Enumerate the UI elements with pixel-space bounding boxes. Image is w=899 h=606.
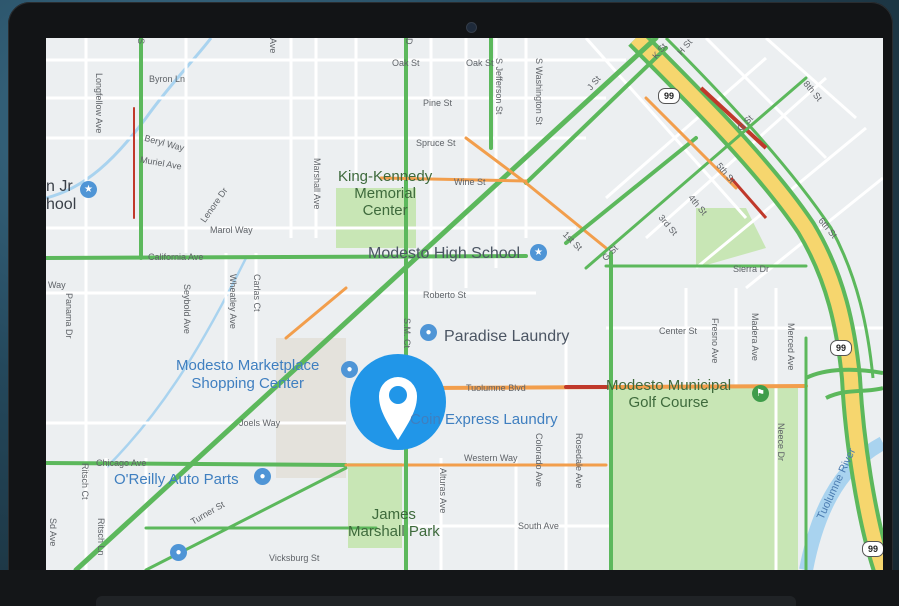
highway-shield-icon: 99 <box>830 340 852 356</box>
street-label: Byron Ln <box>149 74 186 84</box>
street-label: Oak St <box>466 58 494 68</box>
webcam-icon <box>466 22 477 33</box>
place-label: Modesto Municipal <box>606 377 732 394</box>
street-label: Sd Ave <box>48 518 58 547</box>
location-marker[interactable] <box>350 354 446 450</box>
place-label: Memorial <box>354 185 416 202</box>
place-label: Golf Course <box>628 394 709 411</box>
place-label: Marshall Park <box>348 523 440 540</box>
street-label: Western Way <box>464 453 518 463</box>
street-label: Rosedale Ave <box>574 433 584 489</box>
street-label: Tuolumne Blvd <box>466 383 526 393</box>
street-label: Wine St <box>454 177 486 187</box>
street-label: Marshall Ave <box>312 158 322 210</box>
place-label: James <box>371 506 416 523</box>
street-label: Neece Dr <box>776 423 786 462</box>
place-label: hool <box>46 196 77 213</box>
highway-shield-icon: 99 <box>658 88 680 104</box>
street-label: Fresno Ave <box>710 318 720 364</box>
street-label: Roberto St <box>423 290 467 300</box>
street-label: S.M. Ct <box>402 318 412 349</box>
street-label: Marol Way <box>210 225 253 235</box>
street-label: Way <box>48 280 66 290</box>
street-label: Colorado Ave <box>534 433 544 487</box>
street-label: Center St <box>659 326 698 336</box>
school-pin-icon[interactable]: ★ <box>530 244 547 261</box>
golf-pin-icon[interactable]: ⚑ <box>752 385 769 402</box>
map-screen[interactable]: Oak St Oak St Pine St Spruce St Wine St … <box>46 38 883 570</box>
street-map[interactable] <box>46 38 883 570</box>
street-label: Joels Way <box>239 418 281 428</box>
paradise-laundry-label[interactable]: Paradise Laundry <box>444 328 569 346</box>
street-label: Oak St <box>392 58 420 68</box>
street-label: S Washington St <box>534 58 544 125</box>
street-label: Ritsch Ln <box>96 518 106 556</box>
laptop-hinge <box>96 596 796 606</box>
street-label: South Ave <box>518 521 559 531</box>
street-label: Wheatley Ave <box>228 274 238 329</box>
street-label: S <box>136 38 146 45</box>
store-pin-icon[interactable]: ● <box>254 468 271 485</box>
oreilly-label[interactable]: O'Reilly Auto Parts <box>114 471 239 488</box>
street-label: Spruce St <box>416 138 456 148</box>
street-label: Chicago Ave <box>96 458 147 468</box>
street-label: Panama Dr <box>64 293 74 339</box>
school-pin-icon-2[interactable]: ★ <box>80 181 97 198</box>
street-label: California Ave <box>148 252 204 262</box>
shopping-pin-icon[interactable]: ● <box>341 361 358 378</box>
modesto-high-label[interactable]: Modesto High School <box>368 245 520 263</box>
coin-laundry-label[interactable]: Coin Express Laundry <box>410 411 558 428</box>
street-label: Sierra Dr <box>733 264 770 274</box>
street-label: S Jefferson St <box>494 58 504 115</box>
place-label: Shopping Center <box>191 375 304 392</box>
street-label: Merced Ave <box>786 323 796 371</box>
street-label: Carlas Ct <box>252 274 262 312</box>
place-label: n Jr <box>46 178 73 195</box>
street-label: Vicksburg St <box>269 553 320 563</box>
golf-course-label[interactable]: Modesto Municipal Golf Course <box>606 377 731 411</box>
james-marshall-label[interactable]: James Marshall Park <box>348 506 440 540</box>
street-label: D <box>404 38 414 45</box>
laptop-scene: Oak St Oak St Pine St Spruce St Wine St … <box>0 0 899 606</box>
street-label: Ritsch Ct <box>80 463 90 500</box>
street-label: Seybold Ave <box>182 284 192 334</box>
place-pin-icon[interactable]: ● <box>170 544 187 561</box>
street-label: Longfellow Ave <box>94 73 104 134</box>
marketplace-label[interactable]: Modesto Marketplace Shopping Center <box>176 357 319 393</box>
street-label: Madera Ave <box>750 313 760 361</box>
place-label: King-Kennedy <box>338 168 433 185</box>
street-label: Pine St <box>423 98 453 108</box>
place-label: Modesto Marketplace <box>176 357 320 374</box>
street-label: Ave <box>268 38 278 54</box>
golf-course-park <box>613 388 798 570</box>
place-label: Center <box>362 202 408 219</box>
laundry-pin-icon[interactable]: ● <box>420 324 437 341</box>
highway-shield-icon: 99 <box>862 541 883 557</box>
king-kennedy-label[interactable]: King-Kennedy Memorial Center <box>338 168 432 219</box>
school-cut-label[interactable]: n Jr hool <box>46 178 76 214</box>
